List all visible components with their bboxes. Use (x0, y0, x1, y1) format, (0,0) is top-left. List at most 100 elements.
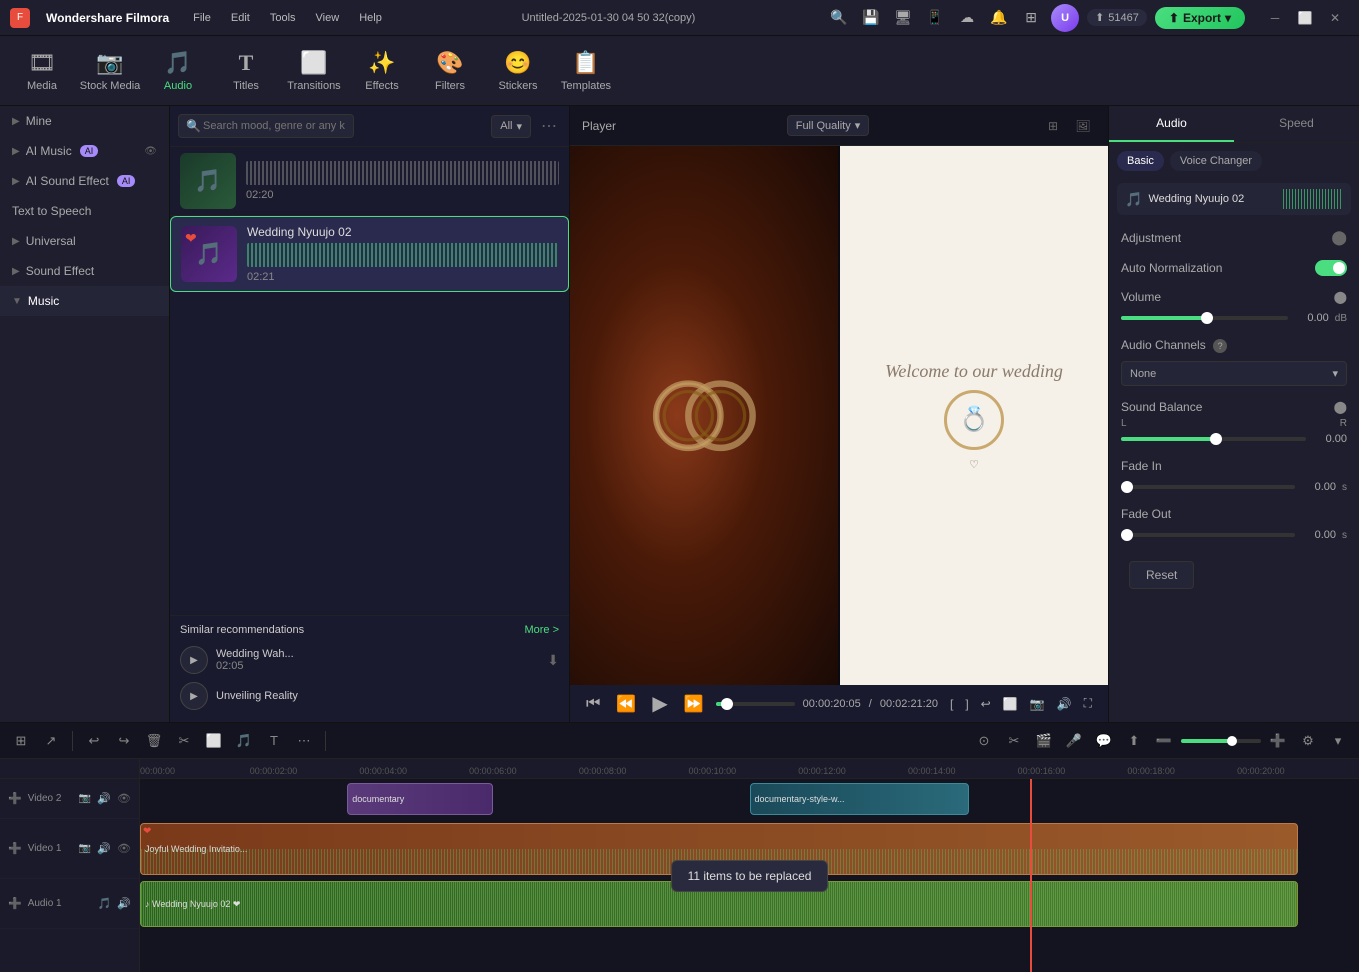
adjustment-expand-icon[interactable]: ⬤ (1331, 229, 1347, 246)
tl-delete-button[interactable]: 🗑 (141, 728, 167, 754)
speaker-icon-v2[interactable]: 🔊 (97, 792, 111, 805)
more-link[interactable]: More > (524, 624, 559, 636)
tl-undo-button[interactable]: ↩ (81, 728, 107, 754)
similar-item-1[interactable]: ▶ Wedding Wah... 02:05 ⬇ (180, 642, 559, 678)
playhead[interactable] (1030, 779, 1032, 972)
volume-slider[interactable] (1121, 316, 1288, 320)
volume-icon[interactable]: 🔊 (1053, 697, 1076, 711)
fullscreen-icon[interactable]: ⛶ (1080, 696, 1096, 711)
fade-out-thumb[interactable] (1121, 529, 1133, 541)
toolbar-item-audio[interactable]: 🎵 Audio (144, 39, 212, 103)
cloud-icon[interactable]: ☁ (955, 6, 979, 30)
clip-documentary-1[interactable]: documentary (347, 783, 493, 815)
image-view-icon[interactable]: 🖼 (1070, 113, 1096, 139)
tl-clip-button[interactable]: 🎬 (1031, 728, 1057, 754)
add-track-icon-v1[interactable]: ➕ (8, 842, 22, 855)
subtab-voice-changer[interactable]: Voice Changer (1170, 151, 1262, 171)
help-icon[interactable]: ? (1213, 339, 1227, 353)
tl-redo-button[interactable]: ↪ (111, 728, 137, 754)
device-icon[interactable]: 📱 (923, 6, 947, 30)
eye-icon-v2[interactable]: 👁 (117, 792, 131, 805)
tl-cut-button[interactable]: ✂ (171, 728, 197, 754)
channels-dropdown[interactable]: None ▾ (1121, 361, 1347, 386)
tl-add-media-button[interactable]: 🎵 (231, 728, 257, 754)
grid-view-icon[interactable]: ⊞ (1040, 113, 1066, 139)
toolbar-item-media[interactable]: 🎞 Media (8, 39, 76, 103)
quality-dropdown[interactable]: Full Quality ▾ (787, 115, 870, 136)
audio-item-active[interactable]: ❤ 🎵 Wedding Nyuujo 02 02:21 (170, 216, 569, 292)
balance-slider[interactable] (1121, 437, 1306, 441)
fast-forward-button[interactable]: ⏩ (680, 694, 708, 714)
tl-subtitle-button[interactable]: 💬 (1091, 728, 1117, 754)
subtab-basic[interactable]: Basic (1117, 151, 1164, 171)
eye-icon-v1[interactable]: 👁 (117, 842, 131, 855)
menu-file[interactable]: File (185, 10, 219, 26)
play-button-similar-1[interactable]: ▶ (180, 646, 208, 674)
overwrite-icon[interactable]: ⬜ (999, 697, 1022, 711)
snapshot-icon[interactable]: 📷 (1026, 697, 1049, 711)
sidebar-item-music[interactable]: ▼ Music (0, 286, 169, 316)
zoom-thumb[interactable] (1227, 736, 1237, 746)
balance-thumb[interactable] (1210, 433, 1222, 445)
toolbar-item-titles[interactable]: T Titles (212, 39, 280, 103)
volume-thumb[interactable] (1201, 312, 1213, 324)
tl-magnet-button[interactable]: ⊙ (971, 728, 997, 754)
more-options-button[interactable]: ⋯ (537, 116, 561, 136)
tl-extract-button[interactable]: ⬆ (1121, 728, 1147, 754)
play-pause-button[interactable]: ▶ (648, 691, 671, 716)
mark-in-icon[interactable]: [ (946, 697, 957, 711)
tl-record-button[interactable]: 🎤 (1061, 728, 1087, 754)
fade-in-slider[interactable] (1121, 485, 1295, 489)
search-input[interactable] (178, 114, 354, 138)
tl-settings-button[interactable]: ⚙ (1295, 728, 1321, 754)
auto-norm-toggle[interactable] (1315, 260, 1347, 276)
close-button[interactable]: ✕ (1321, 4, 1349, 32)
speaker-icon-a1[interactable]: 🔊 (117, 897, 131, 910)
download-icon-1[interactable]: ⬇ (547, 652, 559, 669)
notification-icon[interactable]: 🔔 (987, 6, 1011, 30)
speaker-icon-v1[interactable]: 🔊 (97, 842, 111, 855)
toolbar-item-stock[interactable]: 📷 Stock Media (76, 39, 144, 103)
balance-expand-icon[interactable]: ⬤ (1334, 400, 1347, 414)
tl-copy-button[interactable]: ⬜ (201, 728, 227, 754)
toolbar-item-effects[interactable]: ✨ Effects (348, 39, 416, 103)
skip-back-button[interactable]: ⏮ (582, 695, 604, 713)
toolbar-item-transitions[interactable]: ⬜ Transitions (280, 39, 348, 103)
export-button[interactable]: ⬆ Export ▾ (1155, 7, 1245, 29)
insert-icon[interactable]: ↩ (977, 697, 995, 711)
tl-text-button[interactable]: T (261, 728, 287, 754)
tl-collapse-button[interactable]: ▾ (1325, 728, 1351, 754)
reset-button[interactable]: Reset (1129, 561, 1194, 589)
add-track-icon-a1[interactable]: ➕ (8, 897, 22, 910)
menu-edit[interactable]: Edit (223, 10, 258, 26)
rewind-button[interactable]: ⏪ (612, 694, 640, 714)
menu-view[interactable]: View (308, 10, 348, 26)
tl-zoom-out-button[interactable]: ➖ (1151, 728, 1177, 754)
avatar[interactable]: U (1051, 4, 1079, 32)
tl-zoom-in-button[interactable]: ➕ (1265, 728, 1291, 754)
menu-tools[interactable]: Tools (262, 10, 304, 26)
filter-dropdown[interactable]: All ▾ (491, 115, 531, 138)
audio-item[interactable]: 🎵 02:20 (170, 147, 569, 216)
menu-help[interactable]: Help (351, 10, 390, 26)
minimize-button[interactable]: ─ (1261, 4, 1289, 32)
sidebar-item-sound-effect[interactable]: ▶ Sound Effect (0, 256, 169, 286)
sidebar-item-ai-music[interactable]: ▶ AI Music AI 👁 (0, 136, 169, 166)
sidebar-item-mine[interactable]: ▶ Mine (0, 106, 169, 136)
add-track-icon-v2[interactable]: ➕ (8, 792, 22, 805)
fade-out-slider[interactable] (1121, 533, 1295, 537)
toolbar-item-filters[interactable]: 🎨 Filters (416, 39, 484, 103)
sidebar-item-universal[interactable]: ▶ Universal (0, 226, 169, 256)
screen-icon[interactable]: 🖥 (891, 6, 915, 30)
tl-scene-button[interactable]: ⊞ (8, 728, 34, 754)
toolbar-item-templates[interactable]: 📋 Templates (552, 39, 620, 103)
tl-more-button[interactable]: ⋯ (291, 728, 317, 754)
progress-thumb[interactable] (721, 698, 733, 710)
tl-split-button[interactable]: ✂ (1001, 728, 1027, 754)
mark-out-icon[interactable]: ] (961, 697, 972, 711)
tab-speed[interactable]: Speed (1234, 106, 1359, 142)
search-icon[interactable]: 🔍 (827, 6, 851, 30)
play-button-similar-2[interactable]: ▶ (180, 682, 208, 710)
save-icon[interactable]: 💾 (859, 6, 883, 30)
clip-documentary-2[interactable]: documentary-style-w... (750, 783, 969, 815)
